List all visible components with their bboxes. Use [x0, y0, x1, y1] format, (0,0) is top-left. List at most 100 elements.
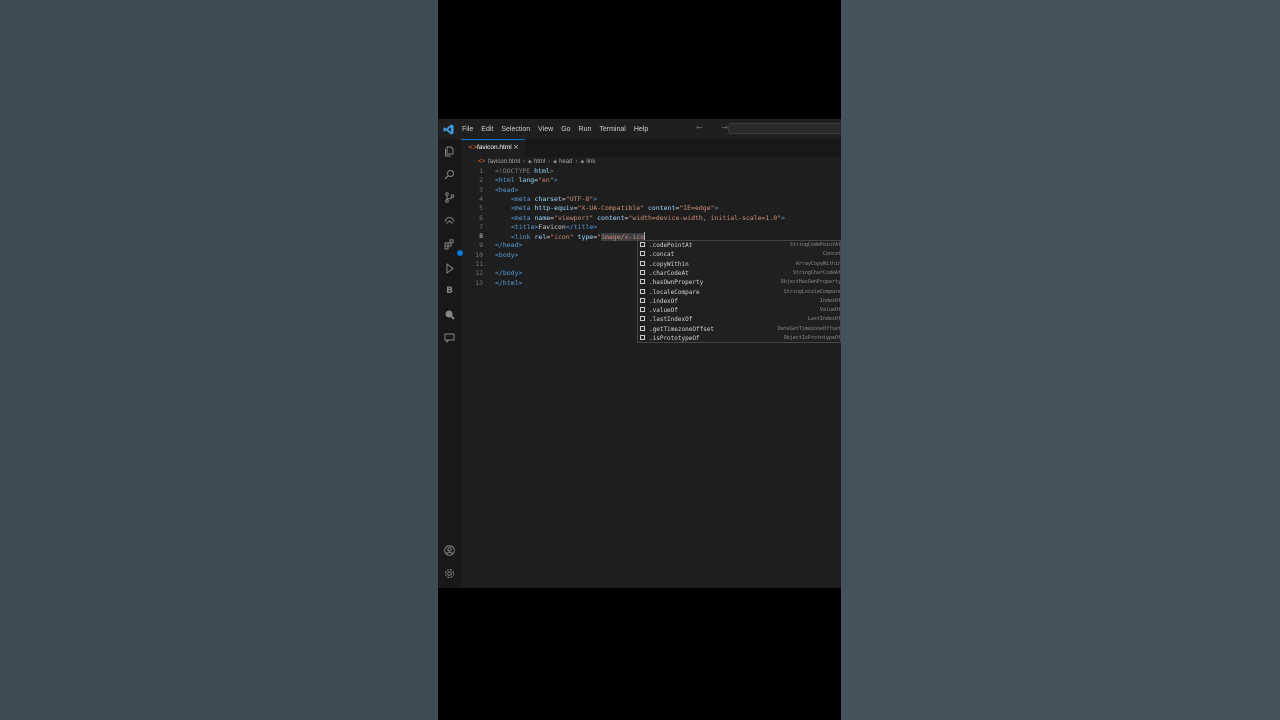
suggestion-item[interactable]: .copyWithin ArrayCopyWithin: [638, 260, 840, 269]
menu-help[interactable]: Help: [634, 126, 648, 133]
menu-view[interactable]: View: [538, 126, 553, 133]
line-number: 6: [479, 213, 483, 222]
code-line-2: <html lang="en">: [495, 176, 558, 185]
line-number: 11: [475, 260, 483, 268]
line-number: 10: [475, 250, 483, 259]
method-icon: [640, 307, 645, 313]
attr-token: lang: [514, 176, 535, 185]
code-line-1: <!DOCTYPE html>: [495, 167, 554, 175]
breadcrumb-html[interactable]: html: [534, 159, 545, 165]
line-number: 13: [475, 278, 483, 287]
tab-bar: <> favicon.html ×: [461, 139, 841, 157]
attr-token: content: [593, 213, 625, 222]
attr-token: type: [573, 233, 594, 242]
text-cursor: [644, 232, 646, 241]
menu-selection[interactable]: Selection: [501, 126, 530, 133]
suggestion-item[interactable]: .concat Concat: [638, 250, 840, 259]
tag-token: <head>: [495, 185, 519, 194]
activity-bar: B: [438, 139, 463, 588]
settings-sync-icon[interactable]: [444, 309, 455, 320]
tab-close-icon[interactable]: ×: [513, 143, 519, 151]
suggestion-item[interactable]: .hasOwnProperty ObjectHasOwnProperty: [638, 278, 840, 287]
string-token: "en": [538, 176, 554, 185]
title-bar: File Edit Selection View Go Run Terminal…: [438, 119, 841, 139]
vscode-window: File Edit Selection View Go Run Terminal…: [438, 119, 841, 588]
vscode-logo-icon: [443, 124, 454, 135]
video-background-right: [841, 0, 1280, 720]
code-line-5: <meta http-equiv="X-UA-Compatible" conte…: [511, 204, 719, 213]
suggestion-item[interactable]: .indexOf IndexOf: [638, 297, 840, 306]
breadcrumb-link[interactable]: link: [586, 159, 595, 165]
tag-token: </head>: [495, 241, 523, 250]
chevron-right-icon: ›: [575, 159, 578, 165]
method-icon: [640, 251, 645, 257]
menu-bar: File Edit Selection View Go Run Terminal…: [462, 119, 656, 139]
source-control-icon[interactable]: [444, 192, 455, 203]
tab-favicon-html[interactable]: <> favicon.html ×: [461, 139, 525, 157]
line-number: 3: [479, 185, 483, 194]
code-line-9: </head>: [495, 241, 522, 249]
suggestion-item[interactable]: .isPrototypeOf ObjectIsPrototypeOf: [638, 334, 840, 342]
line-number: 9: [479, 241, 483, 250]
html-file-icon: <>: [478, 159, 486, 165]
tag-token: </html>: [495, 278, 523, 287]
string-token: "IE=edge": [679, 204, 715, 213]
breadcrumb-head[interactable]: head: [559, 159, 572, 165]
method-icon: [640, 269, 645, 275]
menu-edit[interactable]: Edit: [481, 126, 493, 133]
tab-label: favicon.html: [477, 144, 512, 151]
method-icon: [640, 325, 645, 331]
string-token: "UTF-8": [565, 194, 594, 203]
extensions-icon[interactable]: [444, 239, 463, 256]
tag-token: <meta: [511, 204, 531, 213]
suggestion-item[interactable]: .localeCompare StringLocaleCompare: [638, 288, 840, 297]
remote-explorer-icon[interactable]: [444, 216, 455, 227]
doctype-html-token: html: [530, 167, 550, 175]
suggestion-item[interactable]: .charCodeAt StringCharCodeAt: [638, 269, 840, 278]
method-icon: [640, 335, 645, 340]
attr-token: name: [530, 213, 551, 222]
manage-gear-icon[interactable]: [444, 568, 455, 579]
code-line-3: <head>: [495, 186, 518, 194]
tag-token: </body>: [495, 269, 523, 278]
suggestion-item[interactable]: .lastIndexOf LastIndexOf: [638, 315, 840, 324]
attr-token: charset: [530, 194, 562, 203]
menu-run[interactable]: Run: [579, 126, 592, 133]
code-line-10: <body>: [495, 251, 518, 259]
chevron-right-icon: ›: [523, 159, 526, 165]
run-debug-icon[interactable]: [444, 263, 455, 274]
explorer-icon[interactable]: [444, 146, 455, 157]
command-center-search[interactable]: [728, 123, 841, 134]
suggestion-item[interactable]: .codePointAt StringCodePointAt: [638, 241, 840, 250]
string-token: "viewport": [554, 213, 594, 222]
video-background-left: [0, 0, 438, 720]
tag-token: <title>: [511, 222, 539, 231]
method-icon: [640, 260, 645, 266]
search-icon[interactable]: [444, 169, 455, 180]
tag-token: <html: [495, 176, 515, 185]
bookmark-b-icon[interactable]: B: [444, 286, 455, 297]
tag-token: <link: [511, 233, 531, 242]
code-editor[interactable]: 1 2 3 4 5 6 7 8 9 10 11 12 13 <!DOCTYPE …: [461, 166, 841, 588]
menu-go[interactable]: Go: [561, 126, 570, 133]
account-icon[interactable]: [444, 545, 455, 556]
string-token: "X-UA-Compatible": [577, 204, 645, 213]
attr-token: content: [644, 204, 676, 213]
tag-token: <meta: [511, 194, 531, 203]
menu-file[interactable]: File: [462, 126, 473, 133]
line-number: 12: [475, 269, 483, 278]
text-token: Favicon: [538, 222, 566, 231]
element-cube-icon: ◈: [528, 159, 532, 165]
method-icon: [640, 297, 645, 303]
tag-token: <body>: [495, 250, 519, 259]
string-token: "width=device-width, initial-scale=1.0": [628, 213, 782, 222]
chat-icon[interactable]: [444, 332, 455, 344]
menu-terminal[interactable]: Terminal: [599, 126, 625, 133]
string-token: "icon": [550, 233, 574, 242]
doctype-token: <!DOCTYPE: [495, 167, 531, 175]
suggestion-item[interactable]: .getTimezoneOffset DateGetTimezoneOffset: [638, 325, 840, 334]
line-number: 1: [479, 167, 483, 175]
attr-token: http-equiv: [530, 204, 574, 213]
suggestion-item[interactable]: .valueOf ValueOf: [638, 306, 840, 315]
breadcrumb-file[interactable]: favicon.html: [488, 159, 520, 165]
